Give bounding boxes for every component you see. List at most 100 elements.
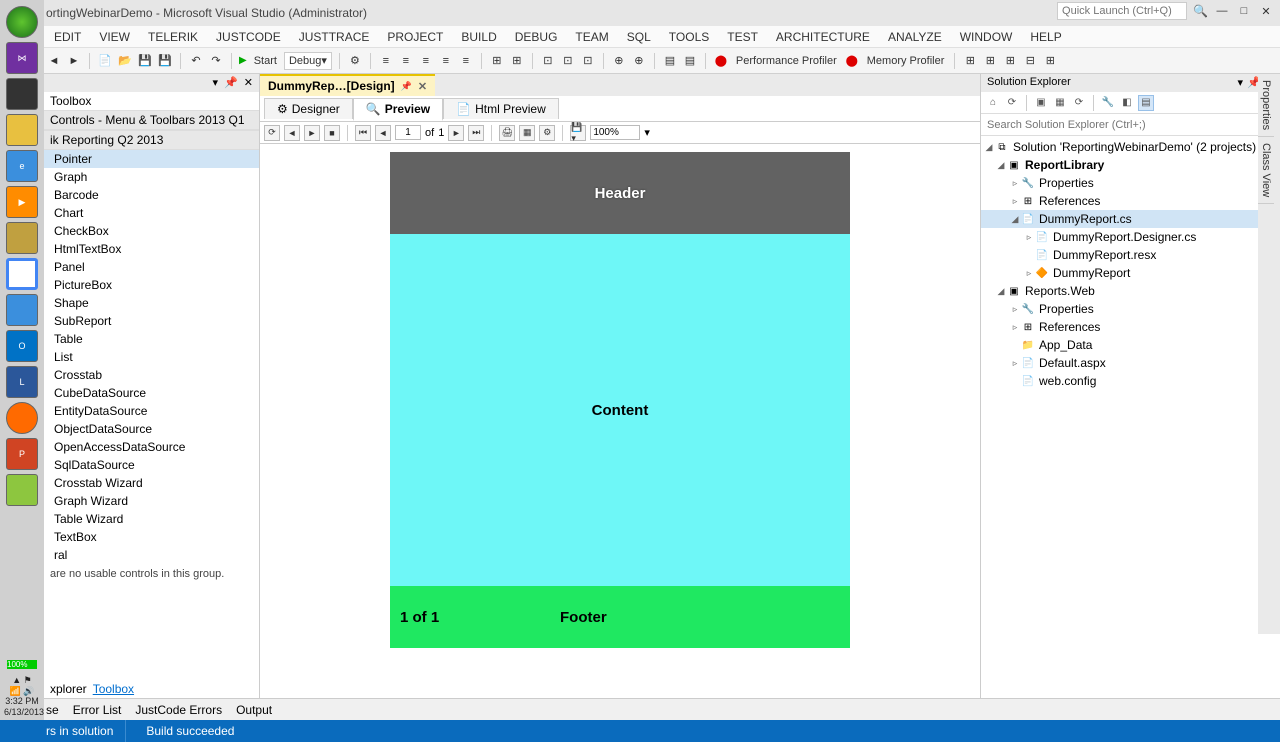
minimize-button[interactable]: — (1214, 4, 1230, 18)
new-icon[interactable]: 📄 (97, 53, 113, 69)
sync-icon[interactable]: ⟳ (1004, 95, 1020, 111)
refresh-icon[interactable]: ⟳ (264, 125, 280, 141)
size-icon[interactable]: ⊡ (540, 53, 556, 69)
app-icon[interactable] (6, 78, 38, 110)
tab-preview[interactable]: 🔍 Preview (353, 98, 443, 121)
solution-search-input[interactable] (987, 119, 1260, 131)
order-icon[interactable]: ▤ (662, 53, 678, 69)
config-dropdown[interactable]: Debug ▾ (284, 52, 332, 70)
menu-build[interactable]: BUILD (453, 28, 504, 46)
nav-fwd-icon[interactable]: ► (304, 125, 320, 141)
size3-icon[interactable]: ⊡ (580, 53, 596, 69)
menu-analyze[interactable]: ANALYZE (880, 28, 950, 46)
center2-icon[interactable]: ⊕ (631, 53, 647, 69)
close-icon[interactable]: ✕ (418, 80, 427, 93)
tab-close[interactable]: se (46, 703, 59, 717)
maximize-button[interactable]: □ (1236, 4, 1252, 18)
panel-dropdown-icon[interactable]: ▾ (1238, 76, 1244, 90)
firefox-icon[interactable] (6, 402, 38, 434)
perf-icon[interactable]: ⬤ (713, 53, 729, 69)
menu-tools[interactable]: TOOLS (661, 28, 717, 46)
tree-item[interactable]: References (1039, 194, 1100, 208)
powerpoint-icon[interactable]: P (6, 438, 38, 470)
export-icon[interactable]: 💾▾ (570, 125, 586, 141)
toolbox-item-htmltextbox[interactable]: HtmlTextBox (44, 240, 259, 258)
preview-icon[interactable]: ◧ (1119, 95, 1135, 111)
redo-icon[interactable]: ↷ (208, 53, 224, 69)
toolbox-item-objectdatasource[interactable]: ObjectDataSource (44, 420, 259, 438)
search-icon[interactable]: 🔍 (1193, 4, 1208, 18)
tree-item-dummyreport[interactable]: DummyReport.cs (1039, 212, 1132, 226)
toolbox-item-entitydatasource[interactable]: EntityDataSource (44, 402, 259, 420)
tree-item[interactable]: References (1039, 320, 1100, 334)
home-icon[interactable]: ⌂ (985, 95, 1001, 111)
tool-icon[interactable]: ⚙ (347, 53, 363, 69)
project-reportlibrary[interactable]: ReportLibrary (1025, 158, 1104, 172)
toolbox-item-sqldatasource[interactable]: SqlDataSource (44, 456, 259, 474)
first-page-icon[interactable]: ⏮ (355, 125, 371, 141)
toolbox-item-picturebox[interactable]: PictureBox (44, 276, 259, 294)
tree-item[interactable]: DummyReport.Designer.cs (1053, 230, 1196, 244)
tree-item[interactable]: Properties (1039, 176, 1094, 190)
panel-close-icon[interactable]: ✕ (244, 76, 253, 90)
view-icon[interactable]: ▤ (1138, 95, 1154, 111)
expand-icon[interactable]: ▹ (1009, 196, 1021, 207)
menu-architecture[interactable]: ARCHITECTURE (768, 28, 878, 46)
toolbox-item-graphwizard[interactable]: Graph Wizard (44, 492, 259, 510)
layout-icon[interactable]: ⊞ (962, 53, 978, 69)
vs-icon[interactable]: ⋈ (6, 42, 38, 74)
zoom-input[interactable] (590, 125, 640, 140)
project-reportsweb[interactable]: Reports.Web (1025, 284, 1095, 298)
tab-justcode-errors[interactable]: JustCode Errors (135, 703, 222, 717)
toolbox-group-controls[interactable]: Controls - Menu & Toolbars 2013 Q1 (44, 110, 259, 130)
align5-icon[interactable]: ≡ (458, 53, 474, 69)
zoom-dropdown-icon[interactable]: ▾ (644, 126, 650, 139)
expand-icon[interactable]: ◢ (995, 160, 1007, 171)
menu-justtrace[interactable]: JUSTTRACE (291, 28, 378, 46)
panel-pin-icon[interactable]: 📌 (224, 76, 238, 90)
show-all-icon[interactable]: ▦ (1052, 95, 1068, 111)
expand-icon[interactable]: ▹ (1023, 232, 1035, 243)
layout3-icon[interactable]: ⊞ (1002, 53, 1018, 69)
tree-item[interactable]: DummyReport.resx (1053, 248, 1156, 262)
toolbox-item-subreport[interactable]: SubReport (44, 312, 259, 330)
menu-project[interactable]: PROJECT (379, 28, 451, 46)
solution-search[interactable]: 🔍 (981, 114, 1280, 136)
panel-dropdown-icon[interactable]: ▾ (213, 76, 219, 90)
toolbox-item-tablewizard[interactable]: Table Wizard (44, 510, 259, 528)
toolbox-item-table[interactable]: Table (44, 330, 259, 348)
start-button[interactable]: Start (251, 55, 280, 67)
expand-icon[interactable]: ▹ (1009, 358, 1021, 369)
menu-test[interactable]: TEST (719, 28, 766, 46)
toolbox-item-general[interactable]: ral (44, 546, 259, 564)
tree-item[interactable]: Default.aspx (1039, 356, 1106, 370)
back-icon[interactable]: ◄ (46, 53, 62, 69)
toolbox-item-pointer[interactable]: Pointer (44, 150, 259, 168)
folder-icon[interactable] (6, 114, 38, 146)
align-icon[interactable]: ≡ (378, 53, 394, 69)
tab-properties[interactable]: Properties (1258, 74, 1274, 137)
spacing2-icon[interactable]: ⊞ (509, 53, 525, 69)
expand-icon[interactable]: ▹ (1009, 322, 1021, 333)
size2-icon[interactable]: ⊡ (560, 53, 576, 69)
toolbox-item-shape[interactable]: Shape (44, 294, 259, 312)
quick-launch-input[interactable] (1057, 2, 1187, 20)
tab-class-view[interactable]: Class View (1258, 137, 1274, 204)
mem-icon[interactable]: ⬤ (844, 53, 860, 69)
prev-page-icon[interactable]: ◄ (375, 125, 391, 141)
wmp-icon[interactable]: ▶ (6, 186, 38, 218)
page-input[interactable] (395, 125, 421, 140)
align3-icon[interactable]: ≡ (418, 53, 434, 69)
expand-icon[interactable]: ▹ (1023, 268, 1035, 279)
preview-canvas[interactable]: Header Content 1 of 1 Footer (260, 144, 980, 698)
mem-profiler-button[interactable]: Memory Profiler (864, 55, 948, 67)
menu-telerik[interactable]: TELERIK (140, 28, 206, 46)
app2-icon[interactable] (6, 222, 38, 254)
outlook-icon[interactable]: O (6, 330, 38, 362)
expand-icon[interactable]: ▹ (1009, 178, 1021, 189)
app3-icon[interactable] (6, 294, 38, 326)
tree-item[interactable]: web.config (1039, 374, 1096, 388)
next-page-icon[interactable]: ► (448, 125, 464, 141)
expand-icon[interactable]: ◢ (983, 142, 995, 153)
menu-justcode[interactable]: JUSTCODE (208, 28, 289, 46)
